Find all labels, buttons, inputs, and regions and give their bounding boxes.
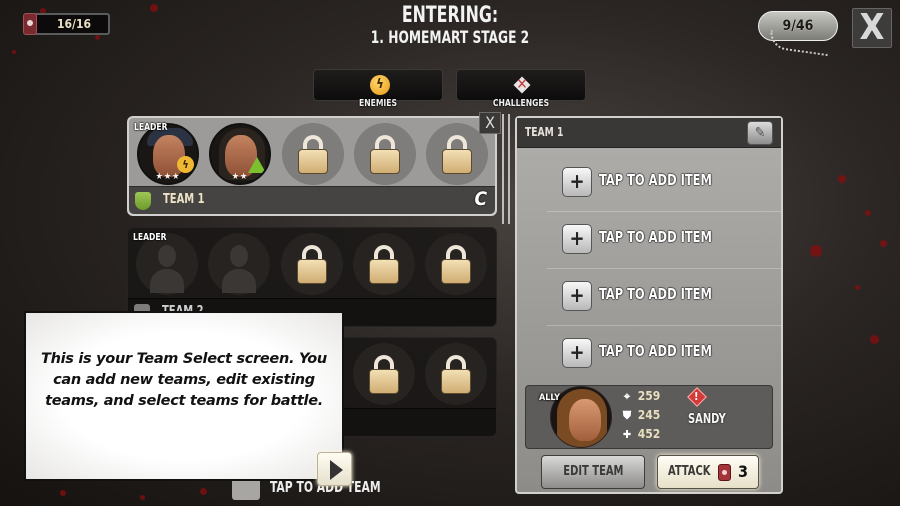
health-value: 452	[637, 427, 661, 441]
locked-slot	[354, 123, 416, 185]
lock-icon	[297, 245, 327, 284]
empty-hero-slot[interactable]	[208, 233, 270, 295]
challenges-button[interactable]: CHALLENGES	[456, 69, 586, 109]
lock-icon	[369, 245, 399, 284]
enemies-button[interactable]: ϟ ENEMIES	[313, 69, 443, 109]
leader-label: LEADER	[134, 122, 168, 133]
defense-value: 245	[637, 408, 661, 422]
tough-trait-icon	[248, 157, 266, 173]
lock-icon	[441, 245, 471, 284]
lock-icon	[370, 135, 400, 174]
team-footer: TEAM 1 C	[129, 186, 495, 214]
challenge-icon	[513, 75, 531, 94]
fast-trait-icon: ϟ	[177, 156, 194, 173]
energy-value: 16/16	[57, 17, 91, 31]
energy-canister-icon	[718, 464, 731, 481]
panel-header: TEAM 1 ✎	[517, 118, 781, 148]
person-silhouette-icon	[222, 243, 256, 293]
attack-energy-cost: 3	[738, 462, 749, 481]
attack-label: ATTACK	[668, 464, 711, 479]
team-tier: C	[474, 188, 487, 210]
energy-counter: 16/16	[23, 13, 110, 35]
lock-icon	[298, 135, 328, 174]
remove-team-button[interactable]: X	[479, 112, 501, 134]
crosshair-icon: ⌖	[623, 390, 631, 403]
ally-name: SANDY	[688, 412, 726, 427]
edit-team-button[interactable]: EDIT TEAM	[541, 455, 645, 489]
add-item-slot[interactable]: + TAP TO ADD ITEM	[517, 154, 781, 210]
team-detail-panel: TEAM 1 ✎ + TAP TO ADD ITEM + TAP TO ADD …	[515, 116, 783, 494]
close-button[interactable]: X	[852, 8, 892, 48]
locked-slot	[425, 233, 487, 295]
add-item-slot[interactable]: + TAP TO ADD ITEM	[517, 325, 781, 381]
enemies-label: ENEMIES	[358, 98, 398, 109]
ally-defense-stat: ⛊ 245	[620, 408, 660, 424]
team-list-scrollbar[interactable]	[502, 114, 510, 224]
tutorial-text: This is your Team Select screen. You can…	[41, 351, 327, 409]
ally-card[interactable]: ALLY ⌖ 259 ⛊ 245 ✚ 452 ! SANDY	[525, 385, 773, 449]
shield-icon	[135, 192, 151, 210]
ally-health-stat: ✚ 452	[620, 427, 660, 443]
edit-team-label: EDIT TEAM	[562, 464, 624, 479]
leader-label: LEADER	[133, 232, 167, 243]
locked-slot	[353, 343, 415, 405]
dog-tag-progress: 9/46	[758, 11, 838, 57]
star-rating: ★★	[231, 172, 249, 182]
add-item-label: TAP TO ADD ITEM	[599, 171, 712, 189]
add-item-slot[interactable]: + TAP TO ADD ITEM	[517, 211, 781, 267]
locked-slot	[353, 233, 415, 295]
energy-canister-icon	[23, 13, 37, 35]
alert-mark: !	[694, 390, 699, 403]
panel-title: TEAM 1	[525, 125, 564, 139]
locked-slot	[282, 123, 344, 185]
attack-value: 259	[637, 389, 661, 403]
add-item-label: TAP TO ADD ITEM	[599, 342, 712, 360]
stage-title: ENTERING: 1. HOMEMART STAGE 2	[300, 3, 600, 49]
stage-name: 1. HOMEMART STAGE 2	[370, 28, 530, 48]
health-cross-icon: ✚	[622, 428, 632, 441]
ally-attack-stat: ⌖ 259	[620, 389, 660, 405]
entering-label: ENTERING:	[401, 3, 499, 28]
person-silhouette-icon	[150, 243, 184, 293]
lock-icon	[369, 355, 399, 394]
add-item-slot[interactable]: + TAP TO ADD ITEM	[517, 268, 781, 324]
add-item-label: TAP TO ADD ITEM	[599, 285, 712, 303]
tutorial-popup: This is your Team Select screen. You can…	[24, 311, 344, 481]
star-rating: ★★★	[155, 172, 181, 182]
plus-icon: +	[562, 338, 592, 368]
plus-icon: +	[562, 281, 592, 311]
locked-slot	[425, 343, 487, 405]
tutorial-next-button[interactable]	[317, 452, 352, 486]
locked-slot	[281, 233, 343, 295]
lightning-icon: ϟ	[370, 75, 390, 95]
add-item-label: TAP TO ADD ITEM	[599, 228, 712, 246]
progress-value: 9/46	[782, 18, 814, 34]
lock-icon	[442, 135, 472, 174]
lock-icon	[441, 355, 471, 394]
shield-icon: ⛊	[622, 409, 632, 422]
hero-slot[interactable]: ★★	[209, 123, 271, 185]
team-card-1[interactable]: LEADER ϟ ★★★ ★★ TEAM 1 C	[127, 116, 497, 216]
plus-icon: +	[562, 167, 592, 197]
ally-label: ALLY	[539, 393, 561, 403]
plus-icon: +	[562, 224, 592, 254]
attack-button[interactable]: ATTACK 3	[657, 455, 759, 489]
challenges-label: CHALLENGES	[492, 98, 550, 109]
team-name: TEAM 1	[163, 192, 205, 207]
pencil-icon[interactable]: ✎	[747, 121, 773, 145]
